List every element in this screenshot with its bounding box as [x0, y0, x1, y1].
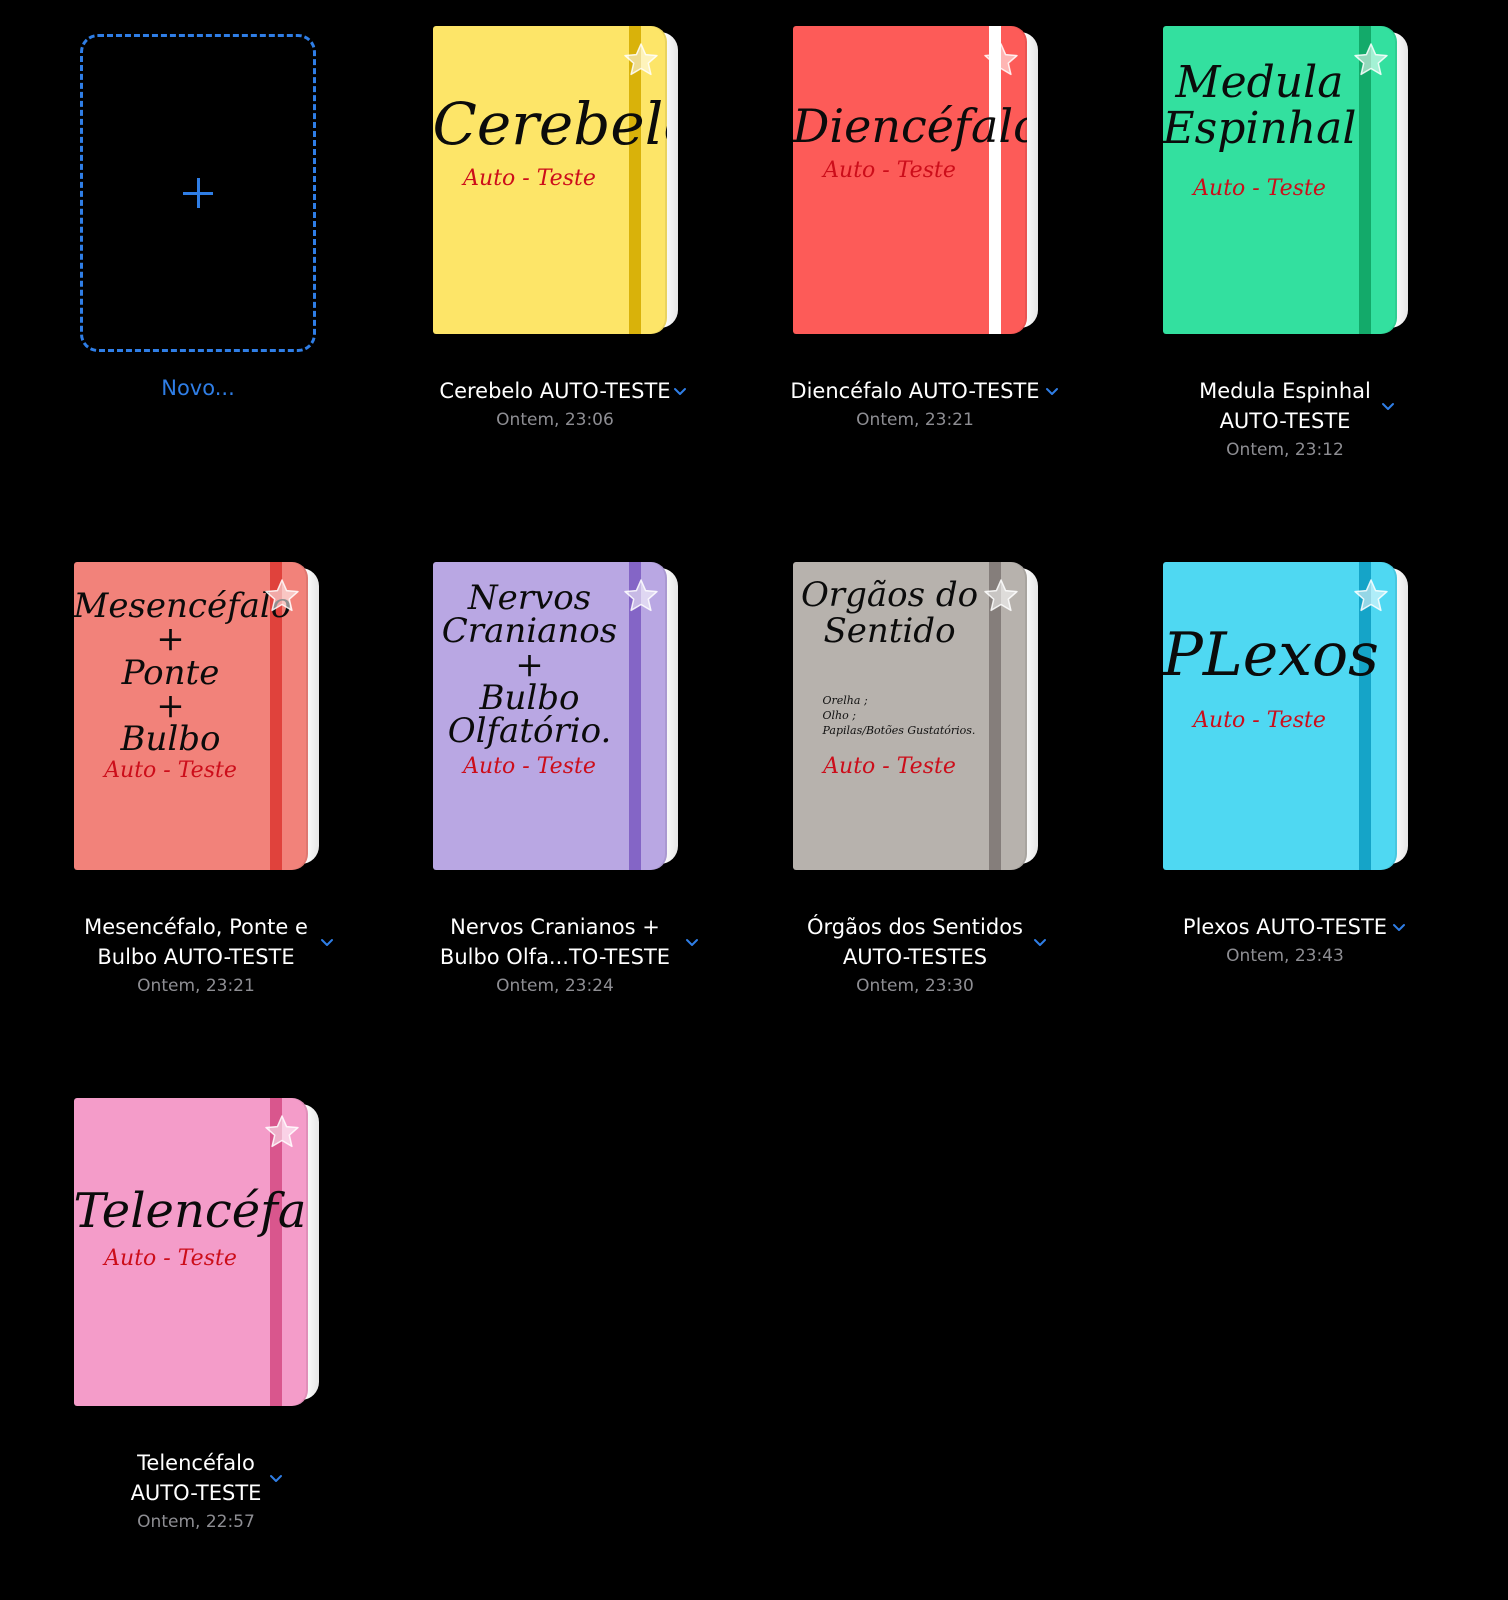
- cover-title: Cerebelo: [432, 90, 667, 158]
- notebook-date: Ontem, 23:21: [856, 410, 974, 430]
- notebook-cover[interactable]: PLexos Auto - Teste: [1162, 562, 1408, 870]
- star-icon[interactable]: [983, 42, 1019, 78]
- star-icon[interactable]: [264, 578, 300, 614]
- cover-subtitle: Auto - Teste: [463, 166, 596, 191]
- star-icon[interactable]: [983, 578, 1019, 614]
- cover-title: Orgãos do Sentido: [800, 575, 979, 651]
- cover-title: Nervos Cranianos + Bulbo Olfatório.: [441, 578, 618, 752]
- cover-subtitle: Auto - Teste: [104, 758, 237, 783]
- new-notebook-label[interactable]: Novo...: [80, 376, 316, 400]
- notebook-date: Ontem, 23:43: [1226, 946, 1344, 966]
- notebook-name[interactable]: Telencéfalo AUTO-TESTE: [16, 1448, 376, 1508]
- notebook-name[interactable]: Nervos Cranianos + Bulbo Olfa...TO-TESTE: [375, 912, 735, 972]
- cover-title: Diencéfalo: [792, 99, 1027, 153]
- notebook-name[interactable]: Diencéfalo AUTO-TESTE: [735, 376, 1095, 406]
- notebook-cover[interactable]: Orgãos do Sentido Auto - Teste Orelha ; …: [792, 562, 1038, 870]
- cover-title: Telencéfalo: [73, 1183, 308, 1239]
- cover-face: Cerebelo Auto - Teste: [432, 26, 667, 334]
- cover-note: Orelha ; Olho ; Papilas/Botões Gustatóri…: [822, 694, 976, 737]
- chevron-down-icon[interactable]: [1381, 402, 1395, 412]
- cover-title: Mesencéfalo + Ponte + Bulbo: [73, 586, 292, 760]
- notebook-cover[interactable]: Cerebelo Auto - Teste: [432, 26, 678, 334]
- notebook-date: Ontem, 22:57: [137, 1512, 255, 1532]
- cover-face: PLexos Auto - Teste: [1162, 562, 1397, 870]
- notebook-cover[interactable]: Medula Espinhal Auto - Teste: [1162, 26, 1408, 334]
- new-notebook-button[interactable]: [80, 34, 316, 352]
- cover-face: Diencéfalo Auto - Teste: [792, 26, 1027, 334]
- notebook-date: Ontem, 23:24: [496, 976, 614, 996]
- cover-subtitle: Auto - Teste: [823, 754, 956, 779]
- chevron-down-icon[interactable]: [685, 938, 699, 948]
- cover-face: Telencéfalo Auto - Teste: [73, 1098, 308, 1406]
- star-icon[interactable]: [623, 578, 659, 614]
- notebook-cover[interactable]: Nervos Cranianos + Bulbo Olfatório. Auto…: [432, 562, 678, 870]
- cover-face: Medula Espinhal Auto - Teste: [1162, 26, 1397, 334]
- cover-subtitle: Auto - Teste: [823, 158, 956, 183]
- plus-icon: [183, 178, 213, 208]
- chevron-down-icon[interactable]: [1392, 923, 1406, 933]
- star-icon[interactable]: [623, 42, 659, 78]
- notebook-date: Ontem, 23:12: [1226, 440, 1344, 460]
- notebook-date: Ontem, 23:06: [496, 410, 614, 430]
- cover-subtitle: Auto - Teste: [104, 1246, 237, 1271]
- cover-face: Nervos Cranianos + Bulbo Olfatório. Auto…: [432, 562, 667, 870]
- cover-face: Orgãos do Sentido Auto - Teste Orelha ; …: [792, 562, 1027, 870]
- notebook-cover[interactable]: Diencéfalo Auto - Teste: [792, 26, 1038, 334]
- cover-subtitle: Auto - Teste: [1193, 708, 1326, 733]
- notebook-name[interactable]: Plexos AUTO-TESTE: [1105, 912, 1465, 942]
- cover-subtitle: Auto - Teste: [1193, 176, 1326, 201]
- notebook-name[interactable]: Medula Espinhal AUTO-TESTE: [1105, 376, 1465, 436]
- notebook-cover[interactable]: Telencéfalo Auto - Teste: [73, 1098, 319, 1406]
- star-icon[interactable]: [1353, 578, 1389, 614]
- cover-title: PLexos: [1162, 620, 1379, 690]
- cover-subtitle: Auto - Teste: [463, 754, 596, 779]
- star-icon[interactable]: [264, 1114, 300, 1150]
- cover-face: Mesencéfalo + Ponte + Bulbo Auto - Teste: [73, 562, 308, 870]
- chevron-down-icon[interactable]: [320, 938, 334, 948]
- chevron-down-icon[interactable]: [673, 387, 687, 397]
- notebook-cover[interactable]: Mesencéfalo + Ponte + Bulbo Auto - Teste: [73, 562, 319, 870]
- cover-title: Medula Espinhal: [1162, 57, 1357, 155]
- chevron-down-icon[interactable]: [1045, 387, 1059, 397]
- chevron-down-icon[interactable]: [269, 1474, 283, 1484]
- notebook-date: Ontem, 23:21: [137, 976, 255, 996]
- chevron-down-icon[interactable]: [1033, 938, 1047, 948]
- star-icon[interactable]: [1353, 42, 1389, 78]
- notebook-date: Ontem, 23:30: [856, 976, 974, 996]
